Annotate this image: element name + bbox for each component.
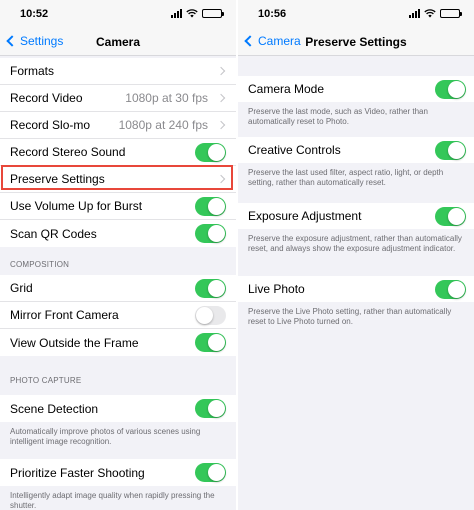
preserve-settings-row[interactable]: Preserve Settings bbox=[0, 166, 236, 193]
wifi-icon bbox=[424, 9, 436, 18]
view-outside-frame-toggle[interactable] bbox=[195, 333, 226, 352]
record-video-row[interactable]: Record Video 1080p at 30 fps bbox=[0, 85, 236, 112]
exposure-adjustment-footer: Preserve the exposure adjustment, rather… bbox=[248, 234, 462, 253]
row-label: Preserve Settings bbox=[10, 172, 105, 186]
faster-shooting-row: Prioritize Faster Shooting bbox=[0, 459, 236, 486]
creative-controls-row: Creative Controls bbox=[238, 137, 474, 163]
back-button[interactable]: Camera bbox=[244, 34, 301, 48]
scan-qr-codes-toggle[interactable] bbox=[195, 224, 226, 243]
scene-detection-row: Scene Detection bbox=[0, 395, 236, 422]
back-label: Camera bbox=[258, 34, 301, 48]
row-label: Prioritize Faster Shooting bbox=[10, 465, 145, 480]
record-slo-mo-row[interactable]: Record Slo-mo 1080p at 240 fps bbox=[0, 112, 236, 139]
volume-up-burst-row: Use Volume Up for Burst bbox=[0, 193, 236, 220]
status-bar: 10:56 bbox=[238, 0, 474, 28]
row-label: Scan QR Codes bbox=[10, 226, 97, 241]
row-label: Record Slo-mo bbox=[10, 118, 91, 132]
wifi-icon bbox=[186, 9, 198, 18]
scan-qr-codes-row: Scan QR Codes bbox=[0, 220, 236, 247]
status-icons bbox=[409, 9, 462, 18]
exposure-adjustment-row: Exposure Adjustment bbox=[238, 203, 474, 229]
battery-icon bbox=[202, 9, 224, 18]
status-icons bbox=[171, 9, 224, 18]
exposure-adjustment-toggle[interactable] bbox=[435, 206, 466, 226]
faster-shooting-toggle[interactable] bbox=[195, 463, 226, 482]
camera-mode-row: Camera Mode bbox=[238, 76, 474, 102]
live-photo-footer: Preserve the Live Photo setting, rather … bbox=[248, 307, 452, 326]
row-label: Record Video bbox=[10, 91, 83, 105]
view-outside-frame-row: View Outside the Frame bbox=[0, 329, 236, 356]
formats-row[interactable]: Formats bbox=[0, 58, 236, 85]
row-label: Scene Detection bbox=[10, 401, 99, 416]
preserve-settings-screen: 10:56 Camera Preserve Settings Camera Mo… bbox=[238, 0, 474, 510]
volume-up-burst-toggle[interactable] bbox=[195, 196, 226, 216]
faster-shooting-footer: Intelligently adapt image quality when r… bbox=[10, 491, 215, 510]
record-stereo-sound-toggle[interactable] bbox=[195, 142, 226, 162]
chevron-left-icon bbox=[244, 35, 256, 47]
chevron-right-icon bbox=[216, 174, 226, 184]
photo-capture-header: PHOTO CAPTURE bbox=[10, 376, 82, 385]
mirror-front-camera-toggle[interactable] bbox=[195, 305, 226, 325]
row-label: Grid bbox=[10, 281, 33, 295]
row-label: Formats bbox=[10, 64, 55, 78]
creative-controls-footer: Preserve the last used filter, aspect ra… bbox=[248, 168, 444, 187]
row-label: Creative Controls bbox=[248, 143, 341, 157]
row-value: 1080p at 240 fps bbox=[118, 118, 208, 132]
row-label: Exposure Adjustment bbox=[248, 209, 362, 223]
chevron-right-icon bbox=[216, 66, 226, 76]
scene-detection-footer: Automatically improve photos of various … bbox=[10, 427, 201, 446]
chevron-right-icon bbox=[216, 93, 226, 103]
navigation-bar: Camera Preserve Settings bbox=[238, 28, 474, 56]
status-time: 10:52 bbox=[20, 8, 49, 20]
status-bar: 10:52 bbox=[0, 0, 236, 28]
live-photo-row: Live Photo bbox=[238, 276, 474, 302]
creative-controls-toggle[interactable] bbox=[435, 140, 466, 160]
chevron-right-icon bbox=[216, 120, 226, 130]
navigation-bar: Settings Camera bbox=[0, 28, 236, 56]
status-time: 10:56 bbox=[258, 8, 287, 20]
row-label: Record Stereo Sound bbox=[10, 145, 126, 159]
row-label: Camera Mode bbox=[248, 82, 325, 96]
camera-settings-screen: 10:52 Settings Camera Formats Record Vid… bbox=[0, 0, 236, 510]
cellular-signal-icon bbox=[171, 9, 182, 18]
back-label: Settings bbox=[20, 34, 64, 48]
row-value: 1080p at 30 fps bbox=[125, 91, 208, 105]
composition-group: Grid Mirror Front Camera View Outside th… bbox=[0, 275, 236, 356]
row-label: View Outside the Frame bbox=[10, 335, 139, 350]
camera-options-group: Formats Record Video 1080p at 30 fps Reco… bbox=[0, 58, 236, 247]
cellular-signal-icon bbox=[409, 9, 420, 18]
back-button[interactable]: Settings bbox=[6, 34, 63, 48]
live-photo-toggle[interactable] bbox=[435, 279, 466, 299]
chevron-left-icon bbox=[6, 35, 18, 47]
camera-mode-toggle[interactable] bbox=[435, 79, 466, 99]
row-label: Use Volume Up for Burst bbox=[10, 199, 143, 213]
mirror-front-camera-row: Mirror Front Camera bbox=[0, 302, 236, 329]
row-label: Live Photo bbox=[248, 282, 305, 296]
row-label: Mirror Front Camera bbox=[10, 308, 119, 322]
scene-detection-toggle[interactable] bbox=[195, 399, 226, 418]
grid-toggle[interactable] bbox=[195, 278, 226, 298]
battery-icon bbox=[440, 9, 462, 18]
grid-row: Grid bbox=[0, 275, 236, 302]
composition-header: COMPOSITION bbox=[10, 260, 70, 269]
camera-mode-footer: Preserve the last mode, such as Video, r… bbox=[248, 107, 428, 126]
record-stereo-sound-row: Record Stereo Sound bbox=[0, 139, 236, 166]
